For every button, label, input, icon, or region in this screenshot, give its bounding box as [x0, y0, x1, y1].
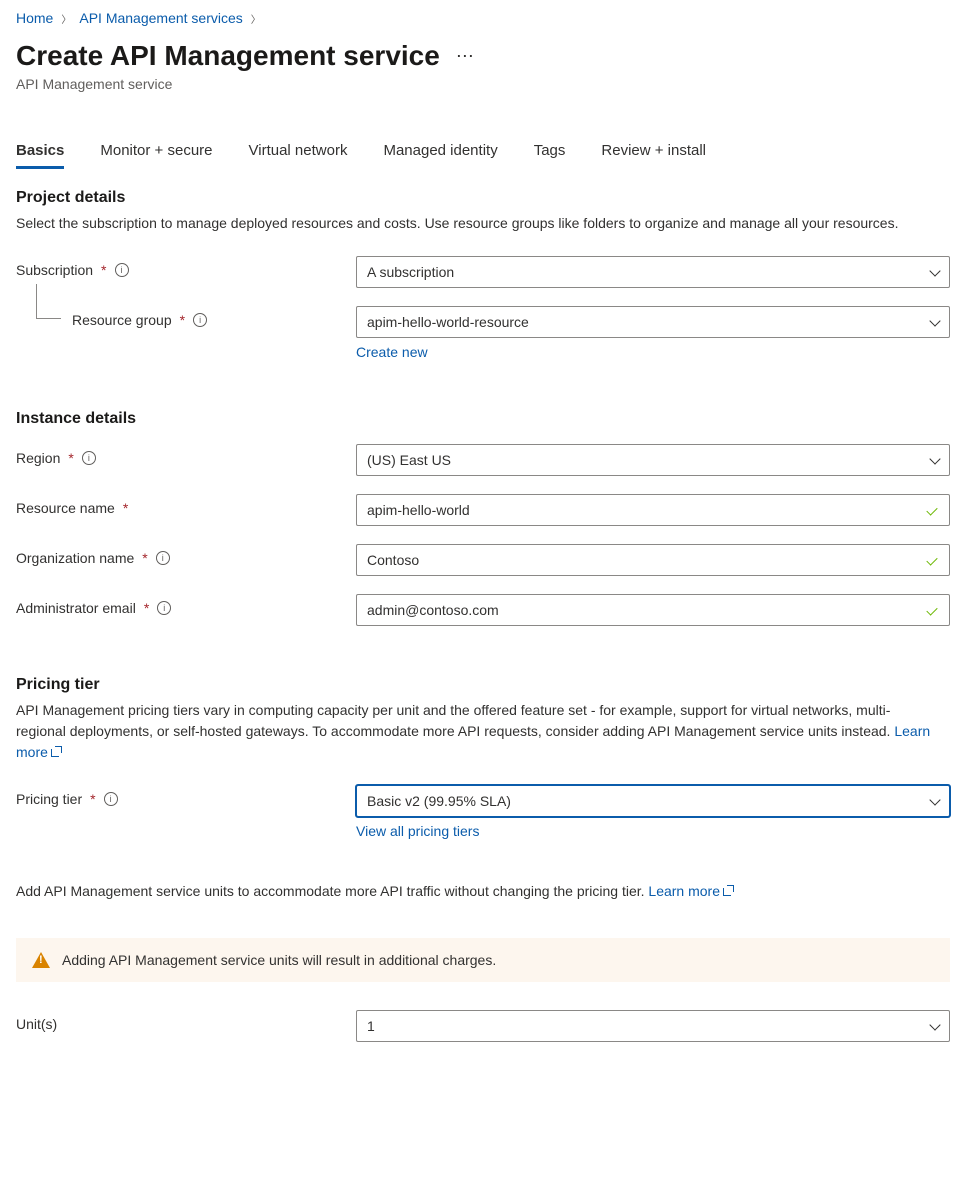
breadcrumb-service-list[interactable]: API Management services — [79, 10, 242, 26]
chevron-down-icon — [929, 267, 939, 277]
administrator-email-input[interactable]: admin@contoso.com — [356, 594, 950, 626]
pricing-tier-label: Pricing tier — [16, 791, 82, 807]
chevron-right-icon: 〉 — [61, 11, 71, 26]
info-icon[interactable]: i — [104, 792, 118, 806]
tab-virtual-network[interactable]: Virtual network — [249, 136, 348, 169]
region-value: (US) East US — [367, 452, 921, 468]
required-indicator: * — [68, 450, 73, 466]
subscription-select[interactable]: A subscription — [356, 256, 950, 288]
chevron-down-icon — [929, 796, 939, 806]
administrator-email-label: Administrator email — [16, 600, 136, 616]
chevron-down-icon — [929, 455, 939, 465]
pricing-tier-value: Basic v2 (99.95% SLA) — [367, 793, 921, 809]
warning-banner: Adding API Management service units will… — [16, 938, 950, 982]
external-link-icon — [723, 886, 733, 896]
pricing-tier-select[interactable]: Basic v2 (99.95% SLA) — [356, 785, 950, 817]
required-indicator: * — [90, 791, 95, 807]
section-pricing-tier: Pricing tier — [16, 676, 950, 694]
info-icon[interactable]: i — [193, 313, 207, 327]
region-select[interactable]: (US) East US — [356, 444, 950, 476]
chevron-right-icon: 〉 — [251, 11, 261, 26]
required-indicator: * — [123, 500, 128, 516]
breadcrumb-home[interactable]: Home — [16, 10, 53, 26]
resource-name-value: apim-hello-world — [367, 502, 917, 518]
create-new-link[interactable]: Create new — [356, 344, 428, 360]
subscription-value: A subscription — [367, 264, 921, 280]
tab-tags[interactable]: Tags — [534, 136, 566, 169]
info-icon[interactable]: i — [82, 451, 96, 465]
pricing-tier-description: API Management pricing tiers vary in com… — [16, 700, 936, 763]
page-subtitle: API Management service — [16, 76, 950, 92]
resource-group-label: Resource group — [72, 312, 172, 328]
required-indicator: * — [142, 550, 147, 566]
organization-name-label: Organization name — [16, 550, 134, 566]
units-label: Unit(s) — [16, 1016, 57, 1032]
resource-name-label: Resource name — [16, 500, 115, 516]
required-indicator: * — [101, 262, 106, 278]
learn-more-units-link[interactable]: Learn more — [648, 883, 733, 899]
tabs: Basics Monitor + secure Virtual network … — [16, 136, 950, 169]
section-project-details: Project details — [16, 189, 950, 207]
external-link-icon — [51, 747, 61, 757]
organization-name-value: Contoso — [367, 552, 917, 568]
units-description: Add API Management service units to acco… — [16, 881, 936, 902]
info-icon[interactable]: i — [156, 551, 170, 565]
tab-basics[interactable]: Basics — [16, 136, 64, 169]
tab-monitor-secure[interactable]: Monitor + secure — [100, 136, 212, 169]
required-indicator: * — [180, 312, 185, 328]
resource-name-input[interactable]: apim-hello-world — [356, 494, 950, 526]
administrator-email-value: admin@contoso.com — [367, 602, 917, 618]
check-icon — [925, 503, 939, 517]
tab-review-install[interactable]: Review + install — [601, 136, 706, 169]
resource-group-select[interactable]: apim-hello-world-resource — [356, 306, 950, 338]
view-all-pricing-tiers-link[interactable]: View all pricing tiers — [356, 823, 479, 839]
info-icon[interactable]: i — [157, 601, 171, 615]
check-icon — [925, 553, 939, 567]
chevron-down-icon — [929, 1021, 939, 1031]
subscription-label: Subscription — [16, 262, 93, 278]
chevron-down-icon — [929, 317, 939, 327]
warning-icon — [32, 952, 50, 968]
tab-managed-identity[interactable]: Managed identity — [383, 136, 497, 169]
section-instance-details: Instance details — [16, 410, 950, 428]
project-details-description: Select the subscription to manage deploy… — [16, 213, 936, 234]
more-actions-icon[interactable]: ⋯ — [456, 46, 476, 67]
organization-name-input[interactable]: Contoso — [356, 544, 950, 576]
resource-group-value: apim-hello-world-resource — [367, 314, 921, 330]
breadcrumb: Home 〉 API Management services 〉 — [16, 8, 950, 40]
info-icon[interactable]: i — [115, 263, 129, 277]
required-indicator: * — [144, 600, 149, 616]
page-title: Create API Management service — [16, 40, 440, 72]
units-select[interactable]: 1 — [356, 1010, 950, 1042]
units-value: 1 — [367, 1018, 921, 1034]
warning-text: Adding API Management service units will… — [62, 952, 496, 968]
region-label: Region — [16, 450, 60, 466]
check-icon — [925, 603, 939, 617]
